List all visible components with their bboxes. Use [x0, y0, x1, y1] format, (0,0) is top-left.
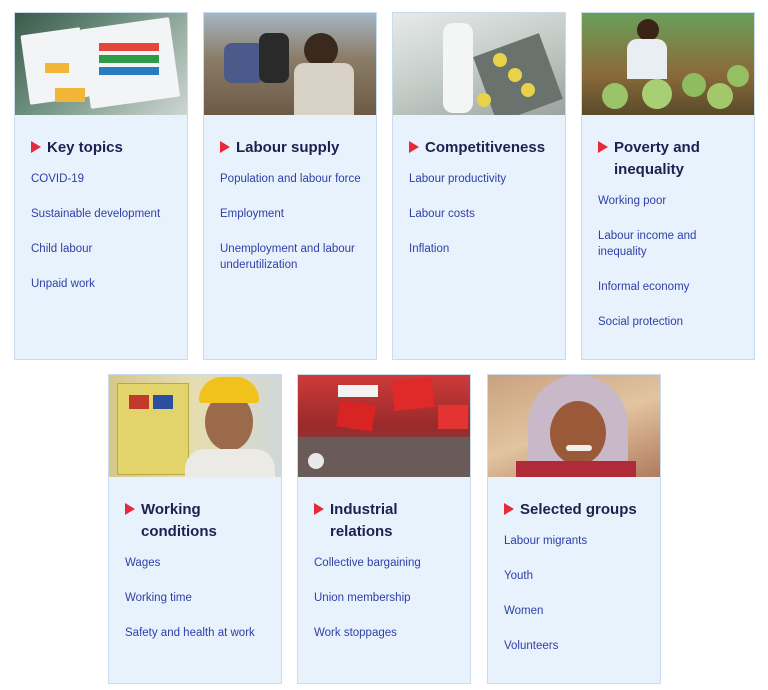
card-title[interactable]: Industrial relations — [314, 499, 458, 543]
card-title-line: Competitiveness — [425, 139, 546, 156]
card-title-line: Key topics — [47, 139, 123, 156]
link-population-and-labour-force[interactable]: Population and labour force — [220, 171, 364, 187]
link-union-membership[interactable]: Union membership — [314, 590, 458, 606]
arrow-right-icon — [598, 141, 608, 153]
key-topics-image[interactable] — [15, 13, 187, 115]
card-selected-groups: Selected groups Labour migrants Youth Wo… — [487, 374, 661, 684]
card-poverty-and-inequality: Poverty and inequality Working poor Labo… — [581, 12, 755, 360]
link-informal-economy[interactable]: Informal economy — [598, 279, 742, 295]
link-unemployment[interactable]: Unemployment and labour underutilization — [220, 241, 364, 273]
link-working-time[interactable]: Working time — [125, 590, 269, 606]
competitiveness-image[interactable] — [393, 13, 565, 115]
link-women[interactable]: Women — [504, 603, 648, 619]
link-sustainable-development[interactable]: Sustainable development — [31, 206, 175, 222]
link-work-stoppages[interactable]: Work stoppages — [314, 625, 458, 641]
link-working-poor[interactable]: Working poor — [598, 193, 742, 209]
link-labour-migrants[interactable]: Labour migrants — [504, 533, 648, 549]
card-key-topics: Key topics COVID-19 Sustainable developm… — [14, 12, 188, 360]
link-safety-and-health-at-work[interactable]: Safety and health at work — [125, 625, 269, 641]
link-collective-bargaining[interactable]: Collective bargaining — [314, 555, 458, 571]
card-title[interactable]: Poverty and inequality — [598, 137, 742, 181]
link-labour-income-and-inequality[interactable]: Labour income and inequality — [598, 228, 742, 260]
card-title-line: Poverty and — [614, 139, 700, 156]
link-youth[interactable]: Youth — [504, 568, 648, 584]
link-inflation[interactable]: Inflation — [409, 241, 553, 257]
card-labour-supply: Labour supply Population and labour forc… — [203, 12, 377, 360]
card-title[interactable]: Labour supply — [220, 137, 364, 159]
selected-groups-image[interactable] — [488, 375, 660, 477]
arrow-right-icon — [504, 503, 514, 515]
card-title[interactable]: Key topics — [31, 137, 175, 159]
link-social-protection[interactable]: Social protection — [598, 314, 742, 330]
arrow-right-icon — [409, 141, 419, 153]
link-employment[interactable]: Employment — [220, 206, 364, 222]
card-title-line: relations — [330, 523, 393, 540]
card-industrial-relations: Industrial relations Collective bargaini… — [297, 374, 471, 684]
card-title[interactable]: Competitiveness — [409, 137, 553, 159]
card-title-line: Working — [141, 501, 201, 518]
card-title[interactable]: Selected groups — [504, 499, 648, 521]
arrow-right-icon — [314, 503, 324, 515]
link-unpaid-work[interactable]: Unpaid work — [31, 276, 175, 292]
card-title[interactable]: Working conditions — [125, 499, 269, 543]
poverty-image[interactable] — [582, 13, 754, 115]
link-wages[interactable]: Wages — [125, 555, 269, 571]
link-labour-costs[interactable]: Labour costs — [409, 206, 553, 222]
card-title-line: conditions — [141, 523, 217, 540]
card-title-line: Labour supply — [236, 139, 340, 156]
card-title-line: inequality — [614, 161, 685, 178]
link-covid-19[interactable]: COVID-19 — [31, 171, 175, 187]
card-working-conditions: Working conditions Wages Working time Sa… — [108, 374, 282, 684]
labour-supply-image[interactable] — [204, 13, 376, 115]
arrow-right-icon — [125, 503, 135, 515]
link-child-labour[interactable]: Child labour — [31, 241, 175, 257]
link-volunteers[interactable]: Volunteers — [504, 638, 648, 654]
card-title-line: Selected groups — [520, 501, 637, 518]
link-labour-productivity[interactable]: Labour productivity — [409, 171, 553, 187]
arrow-right-icon — [31, 141, 41, 153]
working-conditions-image[interactable] — [109, 375, 281, 477]
card-title-line: Industrial — [330, 501, 398, 518]
arrow-right-icon — [220, 141, 230, 153]
card-competitiveness: Competitiveness Labour productivity Labo… — [392, 12, 566, 360]
industrial-relations-image[interactable] — [298, 375, 470, 477]
